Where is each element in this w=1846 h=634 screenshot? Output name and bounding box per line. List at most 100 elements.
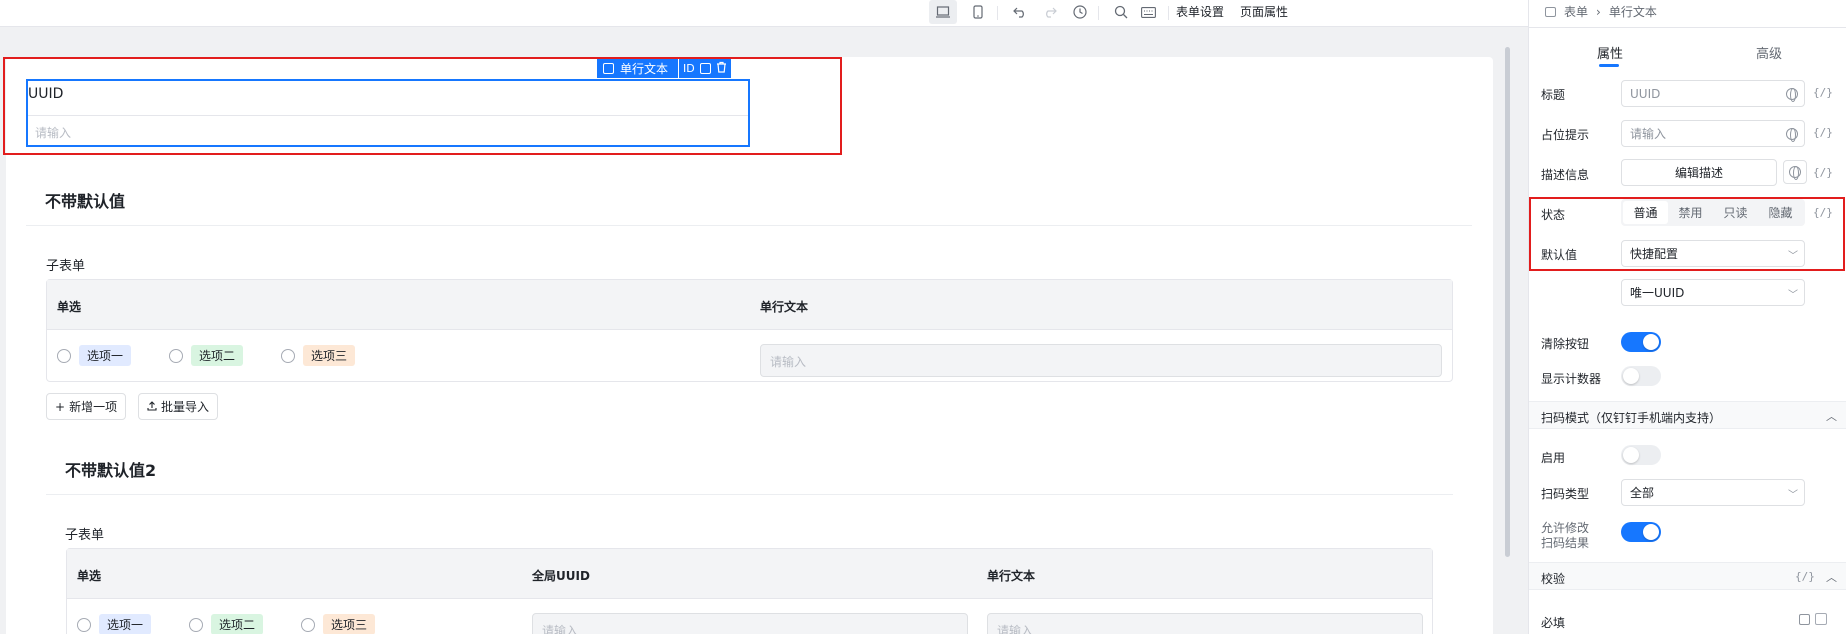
required-label: 必填: [1541, 616, 1566, 630]
add-item-button[interactable]: + 新增一项: [46, 393, 127, 420]
radio-circle[interactable]: [169, 348, 183, 363]
component-actions: ID: [679, 59, 731, 78]
redo-icon[interactable]: [1036, 0, 1064, 24]
toolbar-divider: [1098, 6, 1099, 20]
column-header: 单选: [77, 569, 102, 583]
toolbar-divider: [997, 6, 998, 20]
radio-option[interactable]: 选项二: [169, 345, 244, 366]
subform-table: 单选 单行文本 选项一 选项二 选项三 请输入: [46, 279, 1453, 382]
radio-option[interactable]: 选项一: [77, 614, 152, 634]
id-button[interactable]: ID: [683, 62, 695, 75]
clear-button-toggle[interactable]: [1621, 332, 1661, 352]
search-icon[interactable]: [1107, 0, 1135, 24]
radio-circle[interactable]: [189, 617, 203, 632]
radio-option[interactable]: 选项一: [57, 345, 132, 366]
add-item-label: 新增一项: [69, 400, 118, 414]
breadcrumb-current: 单行文本: [1608, 5, 1657, 19]
chevron-right-icon: ›: [1596, 4, 1601, 19]
option-tag: 选项二: [211, 614, 264, 634]
component-type-tag[interactable]: 单行文本: [597, 59, 679, 78]
toolbar-divider: [1168, 6, 1169, 20]
text-cell-input[interactable]: 请输入: [987, 613, 1423, 634]
history-icon[interactable]: [1066, 0, 1094, 24]
selected-field-box[interactable]: [26, 79, 750, 147]
form-icon: [1545, 6, 1556, 17]
canvas-scrollbar[interactable]: [1505, 47, 1510, 557]
validation-group[interactable]: 校验 {/} ︿: [1529, 562, 1846, 590]
desktop-view-icon[interactable]: [929, 0, 957, 24]
default-value-select[interactable]: 唯一UUID ﹀: [1621, 279, 1805, 306]
tab-properties[interactable]: 属性: [1597, 43, 1623, 62]
keyboard-icon[interactable]: [1134, 0, 1162, 24]
counter-toggle[interactable]: [1621, 366, 1661, 386]
formula-icon[interactable]: {/}: [1813, 166, 1833, 179]
chevron-down-icon: ﹀: [1788, 290, 1798, 301]
radio-option[interactable]: 选项三: [281, 345, 356, 366]
scan-type-select[interactable]: 全部 ﹀: [1621, 479, 1805, 506]
globe-icon[interactable]: [1786, 88, 1798, 102]
text-cell-input[interactable]: 请输入: [760, 344, 1442, 377]
toggle-knob: [1643, 334, 1659, 350]
batch-import-label: 批量导入: [161, 400, 210, 414]
chevron-up-icon[interactable]: ︿: [1826, 408, 1837, 424]
batch-import-button[interactable]: 批量导入: [138, 393, 219, 420]
allow-edit-label-line2: 扫码结果: [1541, 536, 1590, 550]
component-action-bar: 单行文本 ID: [597, 59, 731, 78]
description-globe-button[interactable]: [1783, 160, 1807, 184]
allow-edit-toggle[interactable]: [1621, 522, 1661, 542]
toggle-knob: [1623, 368, 1639, 384]
formula-icon[interactable]: {/}: [1813, 126, 1833, 139]
page-properties-button[interactable]: 页面属性: [1240, 3, 1288, 20]
validation-title: 校验: [1541, 572, 1566, 586]
chevron-down-icon: ﹀: [1788, 490, 1798, 501]
undo-icon[interactable]: [1006, 0, 1034, 24]
radio-circle[interactable]: [77, 617, 91, 632]
radio-option[interactable]: 选项二: [189, 614, 264, 634]
properties-panel: 表单 › 单行文本 属性 高级 标题 UUID {/} 占位提示 请输入 {/}…: [1528, 0, 1846, 634]
text-field-icon: [603, 63, 614, 74]
uuid-cell-input[interactable]: 请输入: [532, 613, 968, 634]
mobile-view-icon[interactable]: [964, 0, 992, 24]
tab-advanced[interactable]: 高级: [1756, 43, 1782, 62]
highlight-frame-default-value: [1529, 197, 1845, 271]
radio-circle[interactable]: [57, 348, 71, 363]
edit-description-button[interactable]: 编辑描述: [1621, 159, 1777, 186]
copy-icon[interactable]: [699, 63, 711, 74]
section-divider: [46, 494, 1453, 495]
required-checkbox[interactable]: [1815, 613, 1827, 625]
globe-icon[interactable]: [1786, 128, 1798, 142]
scan-mode-group[interactable]: 扫码模式（仅钉钉手机端内支持） ︿: [1529, 401, 1846, 429]
field-placeholder[interactable]: 请输入: [35, 124, 71, 141]
section-divider: [26, 225, 1472, 226]
scan-mode-title: 扫码模式（仅钉钉手机端内支持）: [1541, 411, 1722, 425]
form-settings-button[interactable]: 表单设置: [1176, 3, 1224, 20]
formula-icon[interactable]: {/}: [1795, 570, 1815, 583]
scan-enable-toggle[interactable]: [1621, 445, 1661, 465]
placeholder-input[interactable]: 请输入: [1621, 120, 1805, 147]
option-tag: 选项三: [303, 345, 356, 366]
title-input[interactable]: UUID: [1621, 80, 1805, 107]
radio-circle[interactable]: [281, 348, 295, 363]
panel-divider: [1529, 27, 1846, 28]
upload-icon: [147, 400, 157, 414]
scan-type-label: 扫码类型: [1541, 487, 1590, 501]
default-value-text: 唯一UUID: [1630, 286, 1685, 300]
scan-type-value: 全部: [1630, 486, 1655, 500]
placeholder-label: 占位提示: [1541, 128, 1590, 142]
edit-icon[interactable]: [1799, 614, 1810, 625]
enable-label: 启用: [1541, 451, 1566, 465]
formula-icon[interactable]: {/}: [1813, 86, 1833, 99]
radio-circle[interactable]: [301, 617, 315, 632]
counter-label: 显示计数器: [1541, 372, 1602, 386]
title-label: 标题: [1541, 88, 1566, 102]
radio-option[interactable]: 选项三: [301, 614, 376, 634]
delete-icon[interactable]: [716, 61, 727, 76]
column-header: 单行文本: [987, 569, 1036, 583]
toggle-knob: [1623, 447, 1639, 463]
column-header: 全局UUID: [532, 569, 590, 583]
option-tag: 选项二: [191, 345, 244, 366]
chevron-up-icon[interactable]: ︿: [1826, 569, 1837, 585]
subform-label: 子表单: [46, 259, 86, 274]
breadcrumb-form[interactable]: 表单: [1564, 3, 1588, 20]
section-title: 不带默认值: [45, 192, 126, 211]
